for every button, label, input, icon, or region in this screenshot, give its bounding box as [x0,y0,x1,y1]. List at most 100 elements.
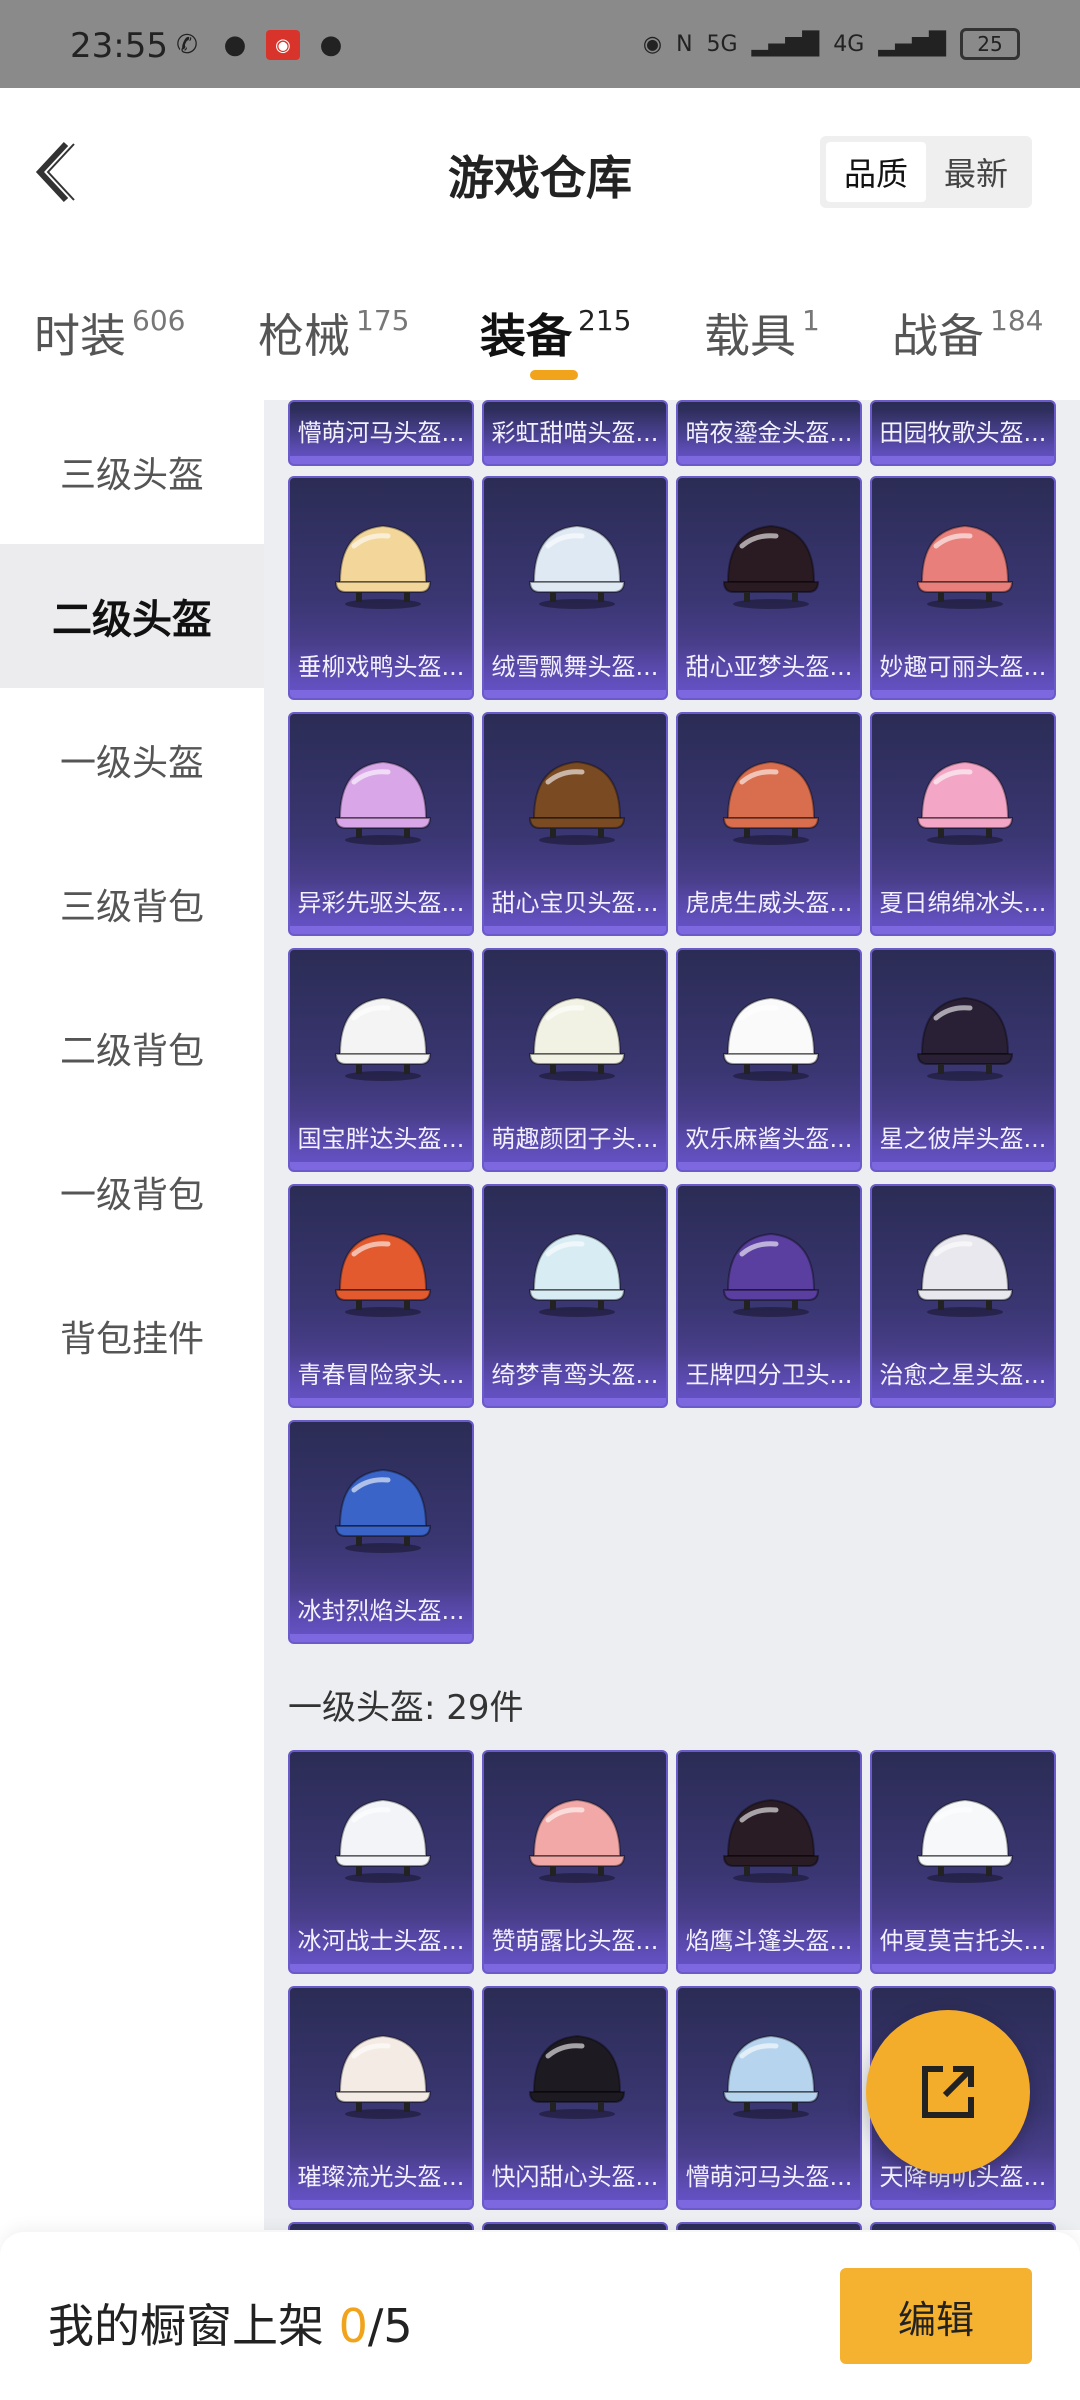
item-card[interactable]: 璀璨流光头盔... [288,1986,474,2210]
shelf-current-count: 0 [338,2299,368,2353]
rarity-bar [872,1398,1054,1406]
item-card-peek[interactable] [676,2222,862,2230]
rarity-bar [484,926,666,934]
header: 游戏仓库 品质 最新 [0,88,1080,258]
item-card[interactable]: 快闪甜心头盔... [482,1986,668,2210]
helmet-icon [334,2034,432,2119]
item-name: 王牌四分卫头... [678,1352,860,1398]
item-card[interactable]: 欢乐麻酱头盔... [676,948,862,1172]
tab-weapons[interactable]: 枪械 175 [258,300,409,366]
item-name: 国宝胖达头盔... [290,1116,472,1162]
rarity-bar [872,456,1054,464]
edit-button[interactable]: 编辑 [840,2268,1032,2364]
item-card[interactable]: 国宝胖达头盔... [288,948,474,1172]
item-card[interactable]: 萌趣颜团子头... [482,948,668,1172]
item-card[interactable]: 冰河战士头盔... [288,1750,474,1974]
sidebar-item-backpack-pendant[interactable]: 背包挂件 [0,1264,264,1408]
item-name: 冰封烈焰头盔... [290,1588,472,1634]
item-card[interactable]: 星之彼岸头盔... [870,948,1056,1172]
helmet-icon [916,1232,1014,1317]
item-card[interactable]: 绮梦青鸾头盔... [482,1184,668,1408]
item-card[interactable]: 青春冒险家头... [288,1184,474,1408]
item-card[interactable]: 夏日绵绵冰头... [870,712,1056,936]
sidebar-item-level2-helmet[interactable]: 二级头盔 [0,544,264,688]
item-card-peek[interactable] [288,2222,474,2230]
rarity-bar [484,690,666,698]
tab-label: 装备 [480,309,572,363]
item-card[interactable]: 懵萌河马头盔... [288,400,474,466]
tab-count: 184 [990,304,1044,337]
item-card[interactable]: 彩虹甜喵头盔... [482,400,668,466]
rarity-bar [678,2200,860,2208]
signal-icon: ▂▄▆█ [751,31,820,57]
helmet-icon [722,524,820,609]
item-card-peek[interactable] [870,2222,1056,2230]
item-name: 妙趣可丽头盔... [872,644,1054,690]
item-name: 星之彼岸头盔... [872,1116,1054,1162]
item-name: 绮梦青鸾头盔... [484,1352,666,1398]
item-card[interactable]: 田园牧歌头盔... [870,400,1056,466]
item-card[interactable]: 王牌四分卫头... [676,1184,862,1408]
item-name: 虎虎生威头盔... [678,880,860,926]
item-card[interactable]: 暗夜鎏金头盔... [676,400,862,466]
item-card[interactable]: 仲夏莫吉托头... [870,1750,1056,1974]
sidebar-item-level2-backpack[interactable]: 二级背包 [0,976,264,1120]
item-card[interactable]: 垂柳戏鸭头盔... [288,476,474,700]
rarity-bar [290,2200,472,2208]
item-card[interactable]: 甜心亚梦头盔... [676,476,862,700]
item-card[interactable]: 治愈之星头盔... [870,1184,1056,1408]
tab-count: 215 [578,304,632,337]
status-bar: 23:55 ✆ ● ◉ ● ◉ N 5G ▂▄▆█ 4G ▂▄▆█ 25 [0,0,1080,88]
helmet-icon [722,1232,820,1317]
sort-quality-button[interactable]: 品质 [826,142,926,202]
rarity-bar [678,456,860,464]
eye-icon: ◉ [642,31,663,57]
sidebar-item-level3-helmet[interactable]: 三级头盔 [0,400,264,544]
item-name: 异彩先驱头盔... [290,880,472,926]
item-card-peek[interactable] [482,2222,668,2230]
item-name: 赞萌露比头盔... [484,1918,666,1964]
tab-vehicles[interactable]: 载具 1 [704,300,820,366]
helmet-icon [528,1798,626,1883]
sidebar-item-level1-backpack[interactable]: 一级背包 [0,1120,264,1264]
network-5g-label: 5G [706,31,738,57]
tab-count: 175 [356,304,410,337]
shelf-total: /5 [367,2299,413,2353]
tab-equipment[interactable]: 装备 215 [480,300,631,366]
item-card[interactable]: 焰鹰斗篷头盔... [676,1750,862,1974]
rarity-bar [484,1398,666,1406]
sidebar: 三级头盔 二级头盔 一级头盔 三级背包 二级背包 一级背包 背包挂件 [0,400,264,2230]
sort-newest-button[interactable]: 最新 [926,142,1026,202]
helmet-icon [722,2034,820,2119]
sidebar-item-level1-helmet[interactable]: 一级头盔 [0,688,264,832]
item-card[interactable]: 异彩先驱头盔... [288,712,474,936]
share-button[interactable] [866,2010,1030,2174]
helmet-icon [528,996,626,1081]
helmet-icon [722,760,820,845]
rarity-bar [290,456,472,464]
item-card[interactable]: 绒雪飘舞头盔... [482,476,668,700]
rarity-bar [678,1398,860,1406]
item-name: 治愈之星头盔... [872,1352,1054,1398]
tab-fashion[interactable]: 时装 606 [34,300,185,366]
item-card[interactable]: 妙趣可丽头盔... [870,476,1056,700]
item-card[interactable]: 虎虎生威头盔... [676,712,862,936]
tab-supplies[interactable]: 战备 184 [892,300,1043,366]
tab-label: 时装 [34,309,126,363]
item-card[interactable]: 冰封烈焰头盔... [288,1420,474,1644]
rarity-bar [678,1964,860,1972]
rarity-bar [290,1634,472,1642]
rarity-bar [678,1162,860,1170]
item-card[interactable]: 赞萌露比头盔... [482,1750,668,1974]
status-time: 23:55 [70,26,168,66]
item-card[interactable]: 甜心宝贝头盔... [482,712,668,936]
item-card[interactable]: 懵萌河马头盔... [676,1986,862,2210]
shelf-label: 我的橱窗上架 [48,2299,324,2353]
rarity-bar [290,1964,472,1972]
rarity-bar [484,1162,666,1170]
item-name: 暗夜鎏金头盔... [678,410,860,456]
sidebar-item-level3-backpack[interactable]: 三级背包 [0,832,264,976]
item-name: 懵萌河马头盔... [290,410,472,456]
helmet-icon [334,996,432,1081]
item-name: 璀璨流光头盔... [290,2154,472,2200]
